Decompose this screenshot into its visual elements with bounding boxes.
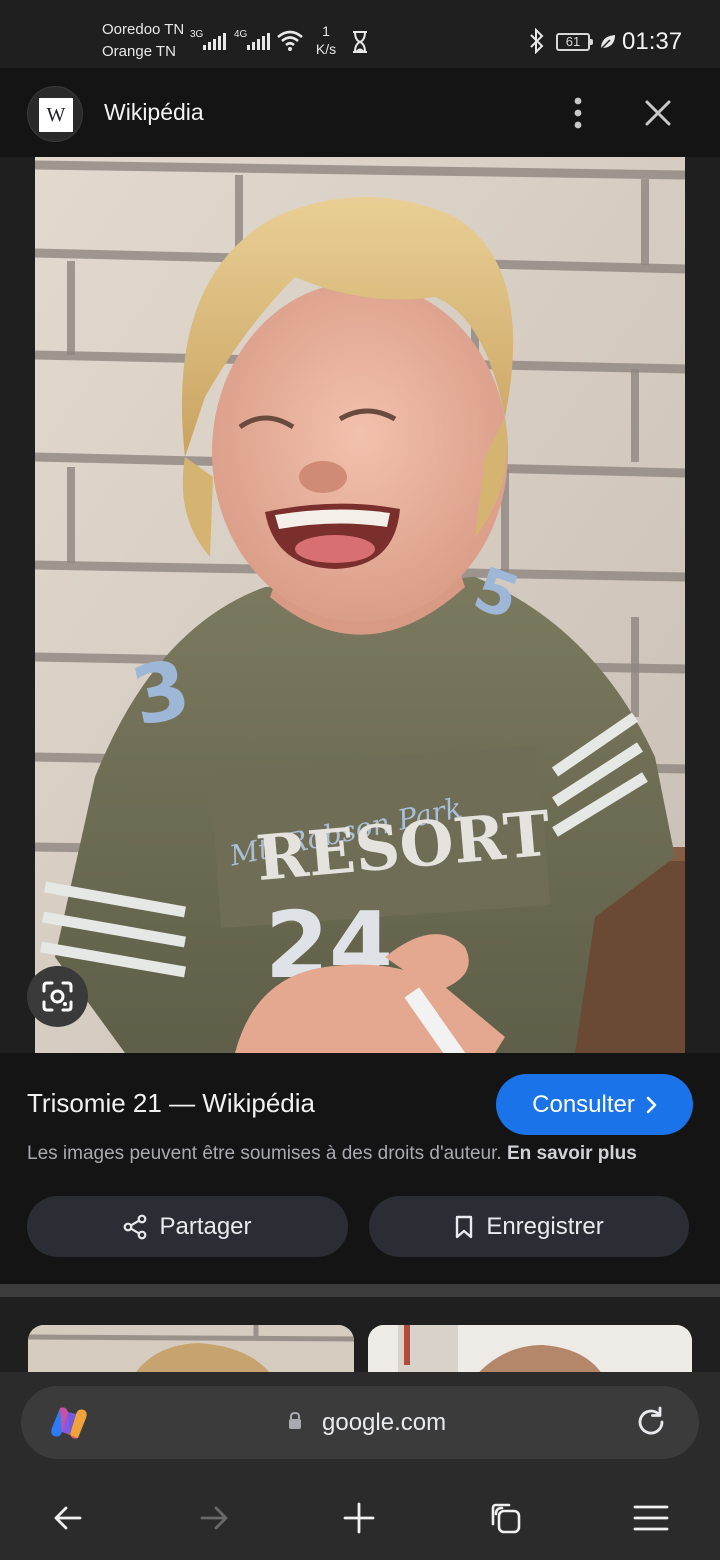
hourglass-icon [353, 31, 367, 53]
speed-value: 1 [322, 23, 330, 39]
share-icon [124, 1214, 147, 1239]
consult-label: Consulter [532, 1090, 635, 1118]
source-title[interactable]: Wikipédia [104, 99, 204, 126]
tabs-icon [491, 1503, 521, 1534]
forward-button[interactable] [186, 1490, 242, 1546]
google-lens-icon [42, 981, 73, 1012]
new-tab-button[interactable] [331, 1490, 387, 1546]
signal-2-icon [247, 32, 270, 50]
result-page-title[interactable]: Trisomie 21 — Wikipédia [27, 1088, 315, 1119]
learn-more-link[interactable]: En savoir plus [507, 1143, 637, 1164]
tabs-button[interactable] [477, 1490, 533, 1546]
section-divider [0, 1284, 720, 1297]
signal-1-icon [203, 32, 226, 50]
consult-button[interactable]: Consulter [496, 1074, 693, 1135]
carrier-2: Orange TN [102, 43, 176, 60]
wikipedia-w-icon: W [39, 98, 73, 132]
lock-icon [289, 1411, 301, 1429]
bluetooth-icon [530, 28, 544, 54]
share-label: Partager [159, 1212, 252, 1240]
save-label: Enregistrer [486, 1212, 604, 1240]
clock: 01:37 [622, 28, 683, 55]
arrow-left-icon [54, 1506, 82, 1530]
network-type-1: 3G [190, 29, 204, 40]
network-type-2: 4G [234, 29, 248, 40]
lens-search-button[interactable] [27, 966, 88, 1027]
result-image[interactable]: 3 5 Mt. Robson Park RESORT 24 [35, 157, 685, 1053]
save-button[interactable]: Enregistrer [369, 1196, 689, 1257]
back-button[interactable] [40, 1490, 96, 1546]
copyright-notice: Les images peuvent être soumises à des d… [27, 1143, 637, 1165]
plus-icon [343, 1502, 375, 1534]
wifi-icon [277, 30, 303, 51]
status-bar: Ooredoo TN Orange TN 3G 4G 1 K/s 61 01:3… [0, 0, 720, 68]
menu-button[interactable] [623, 1490, 679, 1546]
bookmark-icon [456, 1215, 473, 1238]
close-icon[interactable] [642, 97, 674, 129]
speed-unit: K/s [315, 41, 337, 57]
hamburger-menu-icon [633, 1505, 669, 1531]
copilot-icon[interactable] [48, 1402, 90, 1444]
child-photo: 3 5 Mt. Robson Park RESORT 24 [35, 157, 685, 1053]
battery-saver-leaf-icon [600, 35, 615, 50]
share-button[interactable]: Partager [27, 1196, 348, 1257]
copyright-text: Les images peuvent être soumises à des d… [27, 1143, 502, 1164]
arrow-right-icon [200, 1506, 228, 1530]
url-text[interactable]: google.com [322, 1409, 446, 1437]
reload-icon[interactable] [633, 1404, 669, 1440]
carrier-1: Ooredoo TN [102, 21, 185, 38]
chevron-right-icon [646, 1096, 657, 1113]
network-speed: 1 K/s [312, 22, 340, 58]
battery-indicator: 61 [556, 33, 593, 51]
more-options-icon[interactable] [562, 96, 594, 130]
wikipedia-logo: W [27, 86, 83, 142]
